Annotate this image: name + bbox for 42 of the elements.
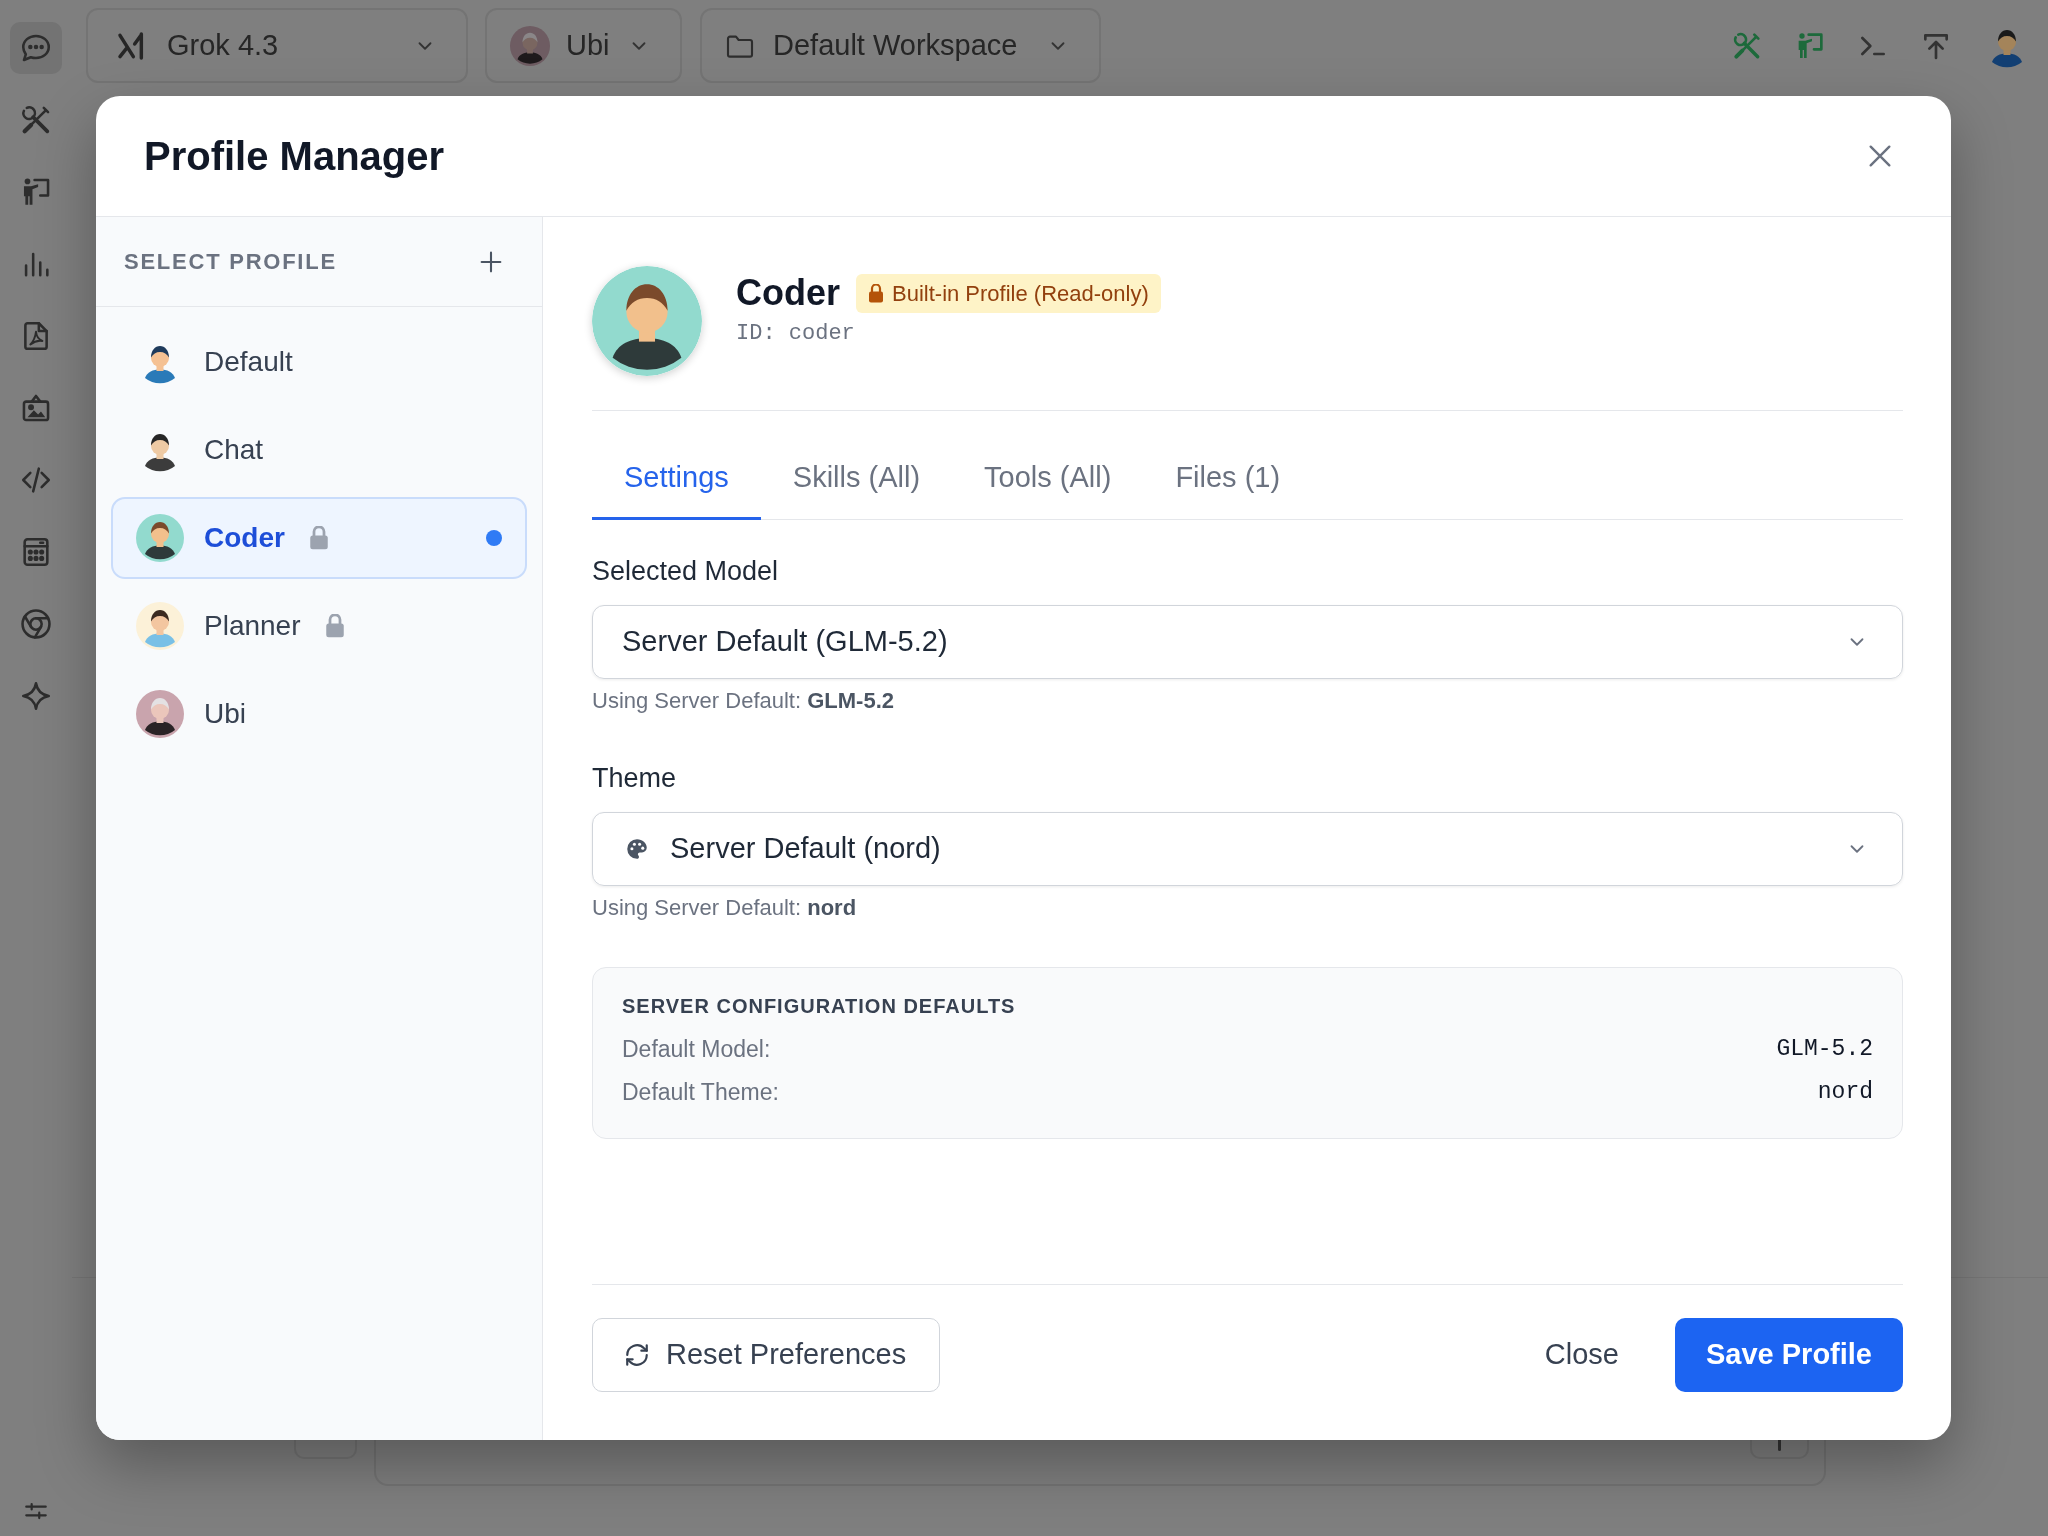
dialog-title: Profile Manager (144, 133, 445, 180)
profile-item[interactable]: Default (111, 321, 527, 403)
card-title: SERVER CONFIGURATION DEFAULTS (622, 994, 1016, 1019)
avatar-icon (136, 690, 184, 738)
profile-id: ID: coder (736, 320, 856, 348)
reset-button[interactable]: Reset Preferences (592, 1318, 940, 1392)
avatar-icon (592, 266, 702, 376)
section-heading: SELECT PROFILE (124, 248, 337, 276)
sparkle-icon (19, 679, 53, 713)
profile-item[interactable]: Ubi (111, 673, 527, 755)
save-button[interactable]: Save Profile (1674, 1318, 1903, 1392)
avatar-icon (136, 602, 184, 650)
config-label: Default Theme: (622, 1078, 779, 1108)
nav-button[interactable] (10, 22, 62, 74)
avatar-icon (510, 25, 550, 66)
model-dropdown[interactable]: Grok 4.3 (86, 8, 468, 83)
lock-icon (868, 283, 884, 303)
profile-item[interactable]: Coder (111, 497, 527, 579)
workspace-dropdown[interactable]: Default Workspace (700, 8, 1101, 83)
config-label: Default Model: (622, 1035, 771, 1065)
badge-label: Built-in Profile (Read-only) (892, 279, 1149, 308)
tab[interactable]: Settings (592, 435, 761, 520)
refresh-icon (624, 1342, 650, 1368)
close-button[interactable]: Close (1520, 1318, 1643, 1392)
helper-text: Using Server Default: nord (592, 894, 857, 922)
field-label: Selected Model (592, 555, 779, 588)
profile-item[interactable]: Planner (111, 585, 527, 667)
tab[interactable]: Files (1) (1143, 435, 1313, 520)
ring-icon (19, 607, 53, 641)
config-value: GLM-5.2 (1776, 1035, 1873, 1065)
avatar-icon (136, 514, 184, 562)
profile-name: Coder (736, 271, 840, 315)
profile-dropdown[interactable]: Ubi (485, 8, 682, 83)
field-label: Theme (592, 762, 677, 795)
tab[interactable]: Skills (All) (760, 435, 953, 520)
palette-icon (624, 836, 650, 862)
model-select[interactable]: Server Default (GLM-5.2) (592, 605, 1903, 679)
config-value: nord (1817, 1078, 1873, 1108)
tab[interactable]: Tools (All) (952, 435, 1144, 520)
helper-text: Using Server Default: GLM-5.2 (592, 687, 894, 715)
profile-item[interactable]: Chat (111, 409, 527, 491)
theme-select[interactable]: Server Default (nord) (592, 812, 1903, 886)
